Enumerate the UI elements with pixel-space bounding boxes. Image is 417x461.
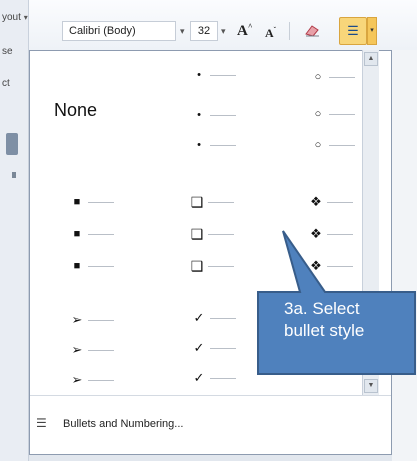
callout-text: 3a. Select bullet style	[260, 298, 417, 342]
callout-line-1: 3a. Select	[284, 299, 360, 318]
callout-shape	[257, 230, 416, 375]
callout-line-2: bullet style	[284, 321, 365, 340]
